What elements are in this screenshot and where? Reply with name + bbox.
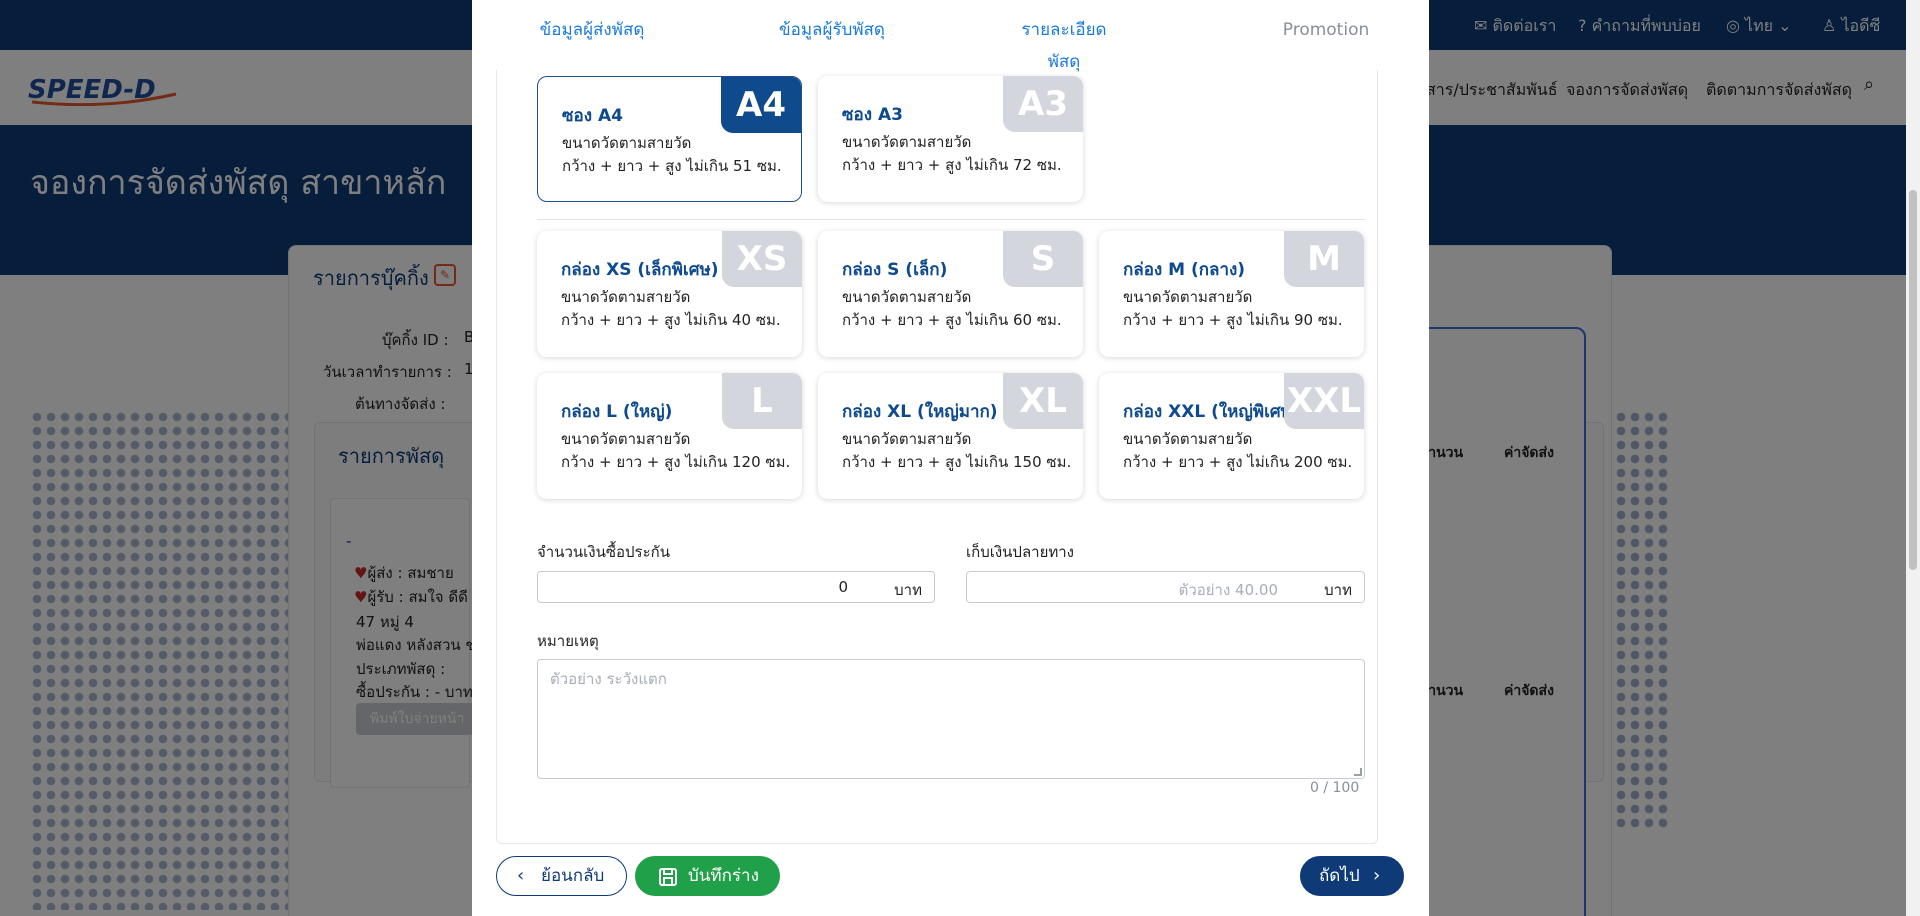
size-limit: กว้าง + ยาว + สูง ไม่เกิน 40 ซม.	[561, 311, 781, 329]
size-title: กล่อง XS (เล็กพิเศษ)	[561, 260, 719, 280]
size-measure-note: ขนาดวัดตามสายวัด	[561, 430, 691, 448]
size-card-xl[interactable]: XL กล่อง XL (ใหญ่มาก) ขนาดวัดตามสายวัด ก…	[818, 373, 1083, 499]
next-button-label: ถัดไป	[1319, 866, 1360, 886]
size-measure-note: ขนาดวัดตามสายวัด	[562, 134, 692, 152]
size-limit: กว้าง + ยาว + สูง ไม่เกิน 150 ซม.	[842, 453, 1072, 471]
note-label: หมายเหตุ	[537, 632, 599, 650]
insurance-amount-input[interactable]: 0 บาท	[537, 571, 935, 603]
step-sender-info[interactable]: ข้อมูลผู้ส่งพัสดุ	[528, 14, 656, 46]
size-measure-note: ขนาดวัดตามสายวัด	[842, 430, 972, 448]
size-title: กล่อง XL (ใหญ่มาก)	[842, 402, 998, 422]
save-draft-label: บันทึกร่าง	[688, 866, 759, 886]
step-promotion[interactable]: Promotion	[1264, 14, 1388, 46]
note-placeholder: ตัวอย่าง ระวังแตก	[550, 670, 667, 688]
size-badge: M	[1284, 231, 1364, 287]
chevron-right-icon: ›	[1373, 865, 1381, 886]
size-limit: กว้าง + ยาว + สูง ไม่เกิน 120 ซม.	[561, 453, 791, 471]
size-measure-note: ขนาดวัดตามสายวัด	[561, 288, 691, 306]
size-card-a4[interactable]: A4 ซอง A4 ขนาดวัดตามสายวัด กว้าง + ยาว +…	[537, 76, 802, 202]
size-limit: กว้าง + ยาว + สูง ไม่เกิน 72 ซม.	[842, 156, 1062, 174]
page-scrollbar-thumb[interactable]	[1909, 190, 1917, 570]
back-button[interactable]: ‹ ย้อนกลับ	[496, 856, 627, 896]
size-badge: XL	[1003, 373, 1083, 429]
size-title: กล่อง XXL (ใหญ่พิเศษ)	[1123, 402, 1300, 422]
size-badge: S	[1003, 231, 1083, 287]
parcel-detail-modal: ข้อมูลผู้ส่งพัสดุ ข้อมูลผู้รับพัสดุ รายล…	[472, 0, 1429, 916]
step-parcel-detail[interactable]: รายละเอียด พัสดุ	[1016, 14, 1112, 78]
size-badge: XS	[722, 231, 802, 287]
cod-placeholder: ตัวอย่าง 40.00	[1178, 581, 1278, 599]
chevron-left-icon: ‹	[517, 865, 525, 886]
size-title: กล่อง L (ใหญ่)	[561, 402, 673, 422]
size-limit: กว้าง + ยาว + สูง ไม่เกิน 51 ซม.	[562, 157, 782, 175]
back-button-label: ย้อนกลับ	[541, 866, 605, 886]
size-title: ซอง A3	[842, 105, 903, 125]
resize-handle-icon[interactable]	[1354, 768, 1362, 776]
size-badge: L	[722, 373, 802, 429]
next-button[interactable]: ถัดไป ›	[1300, 856, 1404, 896]
size-badge: A3	[1003, 76, 1083, 132]
insurance-label: จำนวนเงินซื้อประกัน	[537, 543, 671, 561]
size-measure-note: ขนาดวัดตามสายวัด	[1123, 430, 1253, 448]
size-measure-note: ขนาดวัดตามสายวัด	[842, 288, 972, 306]
size-measure-note: ขนาดวัดตามสายวัด	[842, 133, 972, 151]
section-divider	[537, 219, 1365, 220]
size-limit: กว้าง + ยาว + สูง ไม่เกิน 60 ซม.	[842, 311, 1062, 329]
size-card-m[interactable]: M กล่อง M (กลาง) ขนาดวัดตามสายวัด กว้าง …	[1099, 231, 1364, 357]
size-card-a3[interactable]: A3 ซอง A3 ขนาดวัดตามสายวัด กว้าง + ยาว +…	[818, 76, 1083, 202]
size-card-s[interactable]: S กล่อง S (เล็ก) ขนาดวัดตามสายวัด กว้าง …	[818, 231, 1083, 357]
cod-amount-input[interactable]: ตัวอย่าง 40.00 บาท	[966, 571, 1365, 603]
size-limit: กว้าง + ยาว + สูง ไม่เกิน 90 ซม.	[1123, 311, 1343, 329]
size-badge: XXL	[1284, 373, 1364, 429]
cod-label: เก็บเงินปลายทาง	[966, 543, 1074, 561]
save-draft-button[interactable]: บันทึกร่าง	[635, 856, 780, 896]
step-receiver-info[interactable]: ข้อมูลผู้รับพัสดุ	[768, 14, 896, 46]
note-char-counter: 0 / 100	[1310, 780, 1360, 796]
size-badge: A4	[721, 77, 801, 133]
size-title: กล่อง M (กลาง)	[1123, 260, 1246, 280]
size-title: ซอง A4	[562, 106, 623, 126]
size-limit: กว้าง + ยาว + สูง ไม่เกิน 200 ซม.	[1123, 453, 1353, 471]
size-measure-note: ขนาดวัดตามสายวัด	[1123, 288, 1253, 306]
currency-unit: บาท	[1324, 581, 1352, 599]
size-card-xs[interactable]: XS กล่อง XS (เล็กพิเศษ) ขนาดวัดตามสายวัด…	[537, 231, 802, 357]
note-textarea[interactable]: ตัวอย่าง ระวังแตก	[537, 659, 1365, 779]
insurance-amount-value: 0	[838, 578, 848, 596]
currency-unit: บาท	[894, 581, 922, 599]
size-card-xxl[interactable]: กล่อง XXL (ใหญ่พิเศษ) XXL ขนาดวัดตามสายว…	[1099, 373, 1364, 499]
stepper: ข้อมูลผู้ส่งพัสดุ ข้อมูลผู้รับพัสดุ รายล…	[472, 0, 1429, 72]
size-card-l[interactable]: L กล่อง L (ใหญ่) ขนาดวัดตามสายวัด กว้าง …	[537, 373, 802, 499]
floppy-disk-icon	[659, 868, 677, 886]
size-title: กล่อง S (เล็ก)	[842, 260, 948, 280]
